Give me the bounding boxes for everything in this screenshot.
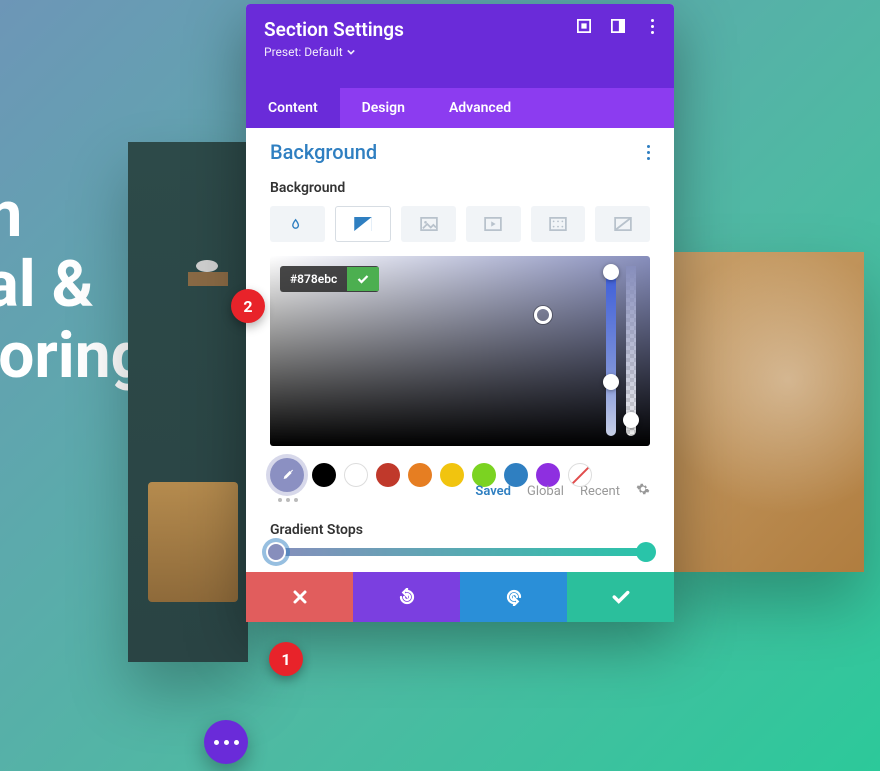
hue-slider-thumb[interactable] <box>603 374 619 390</box>
bowl-shape <box>196 260 218 272</box>
tab-content[interactable]: Content <box>246 88 340 128</box>
tab-advanced[interactable]: Advanced <box>427 88 533 128</box>
swatch-none[interactable] <box>568 463 592 487</box>
gradient-track[interactable] <box>270 548 650 556</box>
bg-type-video[interactable] <box>466 206 521 242</box>
bg-type-pattern[interactable] <box>531 206 586 242</box>
gradient-stop-start[interactable] <box>266 542 286 562</box>
background-image-left <box>128 142 248 662</box>
history-recent[interactable]: Recent <box>580 484 620 499</box>
hex-input[interactable]: #878ebc <box>280 266 379 292</box>
preset-selector[interactable]: Preset: Default <box>264 45 355 59</box>
cancel-button[interactable] <box>246 572 353 622</box>
expand-icon[interactable] <box>576 18 592 34</box>
hero-line-2: ntial & <box>0 247 94 322</box>
redo-button[interactable] <box>460 572 567 622</box>
hue-slider-thumb-top[interactable] <box>603 264 619 280</box>
history-settings-icon[interactable] <box>636 482 650 500</box>
alpha-overlay <box>626 266 636 436</box>
bg-type-color[interactable] <box>270 206 325 242</box>
undo-button[interactable] <box>353 572 460 622</box>
settings-tabs: Content Design Advanced <box>246 88 674 128</box>
alpha-slider-thumb[interactable] <box>623 412 639 428</box>
callout-badge-2: 2 <box>231 289 265 323</box>
section-options-icon[interactable] <box>647 145 650 160</box>
swatch-red[interactable] <box>376 463 400 487</box>
bg-type-mask[interactable] <box>595 206 650 242</box>
gradient-stop-end[interactable] <box>636 542 656 562</box>
hero-line-3: Flooring <box>0 318 147 393</box>
swatch-white[interactable] <box>344 463 368 487</box>
shelf-shape <box>188 272 228 286</box>
picker-sliders <box>606 266 636 436</box>
eyedropper-button[interactable] <box>270 458 304 492</box>
history-saved[interactable]: Saved <box>475 484 511 499</box>
panel-body: Background Background <box>246 128 674 572</box>
swatch-black[interactable] <box>312 463 336 487</box>
modal-header[interactable]: Section Settings Preset: Default <box>246 4 674 88</box>
save-button[interactable] <box>567 572 674 622</box>
bg-type-image[interactable] <box>401 206 456 242</box>
color-picker-canvas[interactable]: #878ebc <box>270 256 650 446</box>
modal-footer <box>246 572 674 622</box>
hue-slider[interactable] <box>606 266 616 436</box>
callout-badge-1: 1 <box>269 642 303 676</box>
hex-value: #878ebc <box>280 266 347 292</box>
more-menu-icon[interactable] <box>644 18 660 34</box>
gradient-stops-label: Gradient Stops <box>270 522 650 538</box>
builder-fab[interactable] <box>204 720 248 764</box>
alpha-slider[interactable] <box>626 266 636 436</box>
section-heading[interactable]: Background <box>270 140 377 164</box>
section-settings-modal: Section Settings Preset: Default Content… <box>246 4 674 622</box>
chevron-down-icon <box>347 48 355 56</box>
preset-label: Preset: Default <box>264 45 343 59</box>
picker-selection-ring[interactable] <box>534 306 552 324</box>
background-image-right <box>674 252 864 572</box>
furniture-shape <box>148 482 238 602</box>
field-label-background: Background <box>270 180 650 196</box>
background-type-row <box>270 206 650 242</box>
swatch-yellow[interactable] <box>440 463 464 487</box>
history-global[interactable]: Global <box>527 484 564 499</box>
hero-line-1: tom <box>0 177 22 252</box>
swatch-orange[interactable] <box>408 463 432 487</box>
hex-confirm-button[interactable] <box>347 267 379 291</box>
dock-icon[interactable] <box>610 18 626 34</box>
tab-design[interactable]: Design <box>340 88 427 128</box>
bg-type-gradient[interactable] <box>335 206 392 242</box>
